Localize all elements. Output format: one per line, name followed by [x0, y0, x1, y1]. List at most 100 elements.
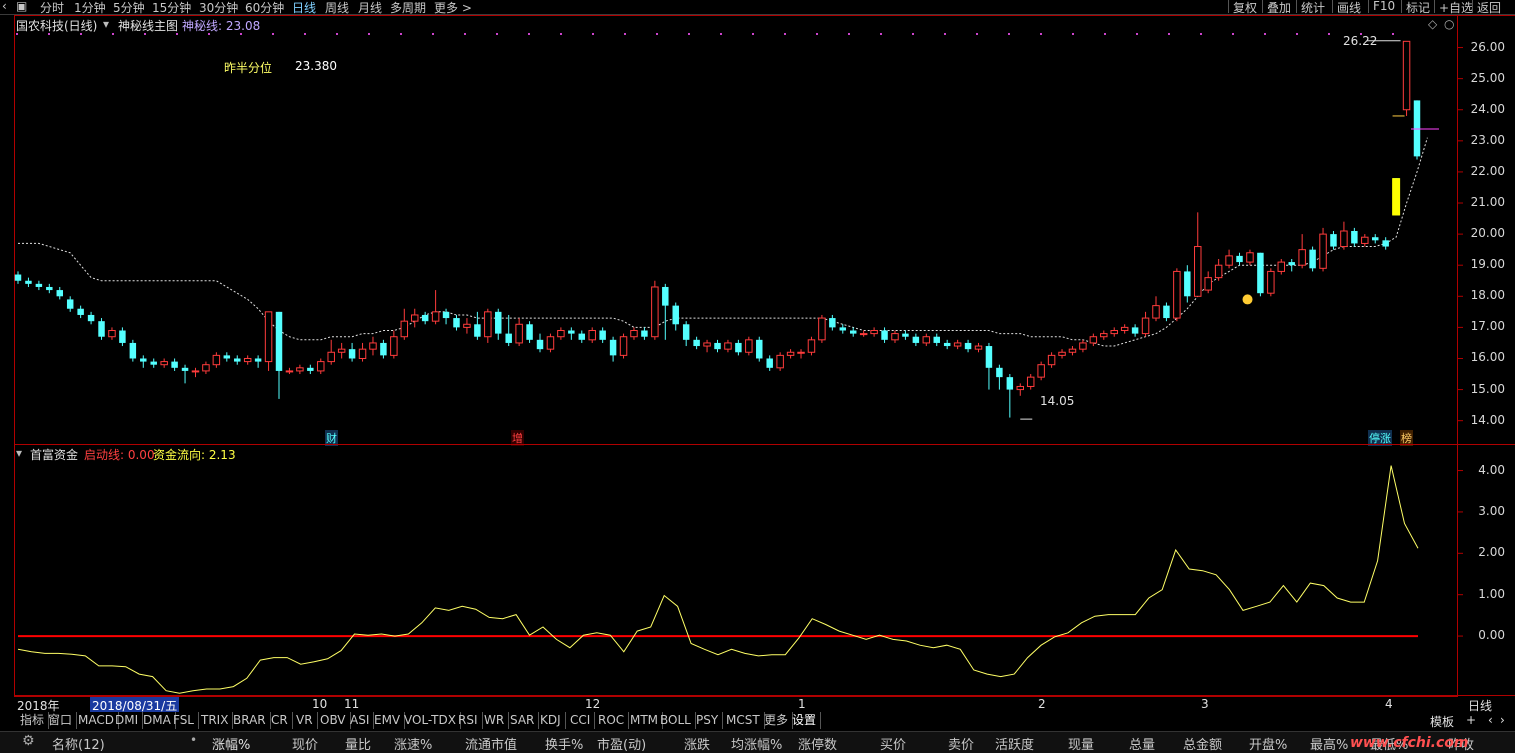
tab-scroll-left-icon[interactable]: ‹ [1488, 713, 1493, 727]
indicator-tab-17[interactable]: KDJ [536, 712, 566, 729]
quote-column-header-14[interactable]: 现量 [1068, 734, 1094, 753]
candle [1382, 237, 1389, 250]
quote-column-header-4[interactable]: 涨速% [394, 734, 432, 753]
indicator-tab-19[interactable]: ROC [594, 712, 630, 729]
candle [495, 308, 502, 340]
quote-column-header-8[interactable]: 涨跌 [684, 734, 710, 753]
settings-gear-icon[interactable]: ⚙ [22, 733, 35, 749]
quote-column-header-6[interactable]: 换手% [545, 734, 583, 753]
top-dot [1072, 33, 1074, 35]
indicator-tab-7[interactable]: BRAR [229, 712, 271, 729]
candle [703, 339, 711, 353]
indicator-tab-16[interactable]: SAR [506, 712, 540, 729]
candle [599, 327, 606, 343]
candle [1120, 324, 1129, 334]
indicator-tab-18[interactable]: CCI [566, 712, 596, 729]
candle [724, 339, 732, 353]
quote-column-header-2[interactable]: 现价 [292, 734, 318, 753]
price-tick-label: 14.00 [1470, 412, 1505, 427]
candle [285, 367, 294, 375]
candle [1089, 333, 1098, 347]
candle [881, 327, 888, 343]
candle [839, 324, 847, 334]
high-price-label: 26.22 [1343, 34, 1378, 48]
top-dot [720, 33, 722, 35]
indicator-tab-8[interactable]: CR [267, 712, 293, 729]
fund-tick-label: 1.00 [1478, 586, 1505, 601]
top-dot [624, 33, 626, 35]
indicator-tab-23[interactable]: MCST [722, 712, 765, 729]
quote-column-header-0[interactable]: 名称(12) [52, 734, 105, 753]
candle [1309, 246, 1316, 272]
top-dot [784, 33, 786, 35]
indicator-tab-1[interactable]: 窗口 [44, 712, 78, 729]
candle [337, 342, 346, 359]
quote-column-header-5[interactable]: 流通市值 [465, 734, 517, 753]
top-dot [1232, 33, 1234, 35]
candle [672, 302, 679, 331]
quote-column-header-16[interactable]: 总金额 [1183, 734, 1222, 753]
template-button[interactable]: 模板 [1430, 713, 1454, 730]
candle [641, 327, 648, 340]
quote-column-header-17[interactable]: 开盘% [1249, 734, 1287, 753]
candle [870, 327, 878, 337]
candle [1141, 311, 1150, 337]
indicator-tab-13[interactable]: VOL-TDX [400, 712, 461, 729]
quote-column-header-18[interactable]: 最高% [1310, 734, 1348, 753]
indicator-tab-15[interactable]: WR [480, 712, 510, 729]
candle [66, 296, 74, 312]
candle [1257, 252, 1264, 297]
candle [1351, 227, 1358, 247]
candle [307, 364, 314, 375]
indicator-tab-25[interactable]: 设置 [788, 712, 822, 729]
price-tick-label: 19.00 [1470, 257, 1505, 272]
candle [682, 321, 690, 347]
candle [1006, 374, 1014, 418]
price-tick-label: 16.00 [1470, 350, 1505, 365]
quote-column-header-3[interactable]: 量比 [345, 734, 371, 753]
quote-column-header-12[interactable]: 卖价 [948, 734, 974, 753]
candle [380, 339, 387, 359]
month-2: 2 [1038, 697, 1046, 711]
candle [234, 355, 241, 365]
indicator-tab-22[interactable]: PSY [692, 712, 724, 729]
candle [77, 305, 84, 319]
candle [526, 321, 533, 343]
candle [1340, 221, 1348, 250]
candle [98, 318, 105, 340]
add-tab-icon[interactable]: + [1466, 713, 1476, 727]
candle [1225, 249, 1233, 269]
candle [786, 349, 795, 359]
candle [505, 314, 512, 347]
indicator-tab-21[interactable]: BOLL [656, 712, 696, 729]
candle [1068, 346, 1077, 356]
candle [181, 364, 189, 384]
top-dot [304, 33, 306, 35]
quote-column-header-7[interactable]: 市盈(动) [597, 734, 646, 753]
bullet-icon: • [190, 733, 198, 747]
quote-column-header-10[interactable]: 涨停数 [798, 734, 837, 753]
quote-column-header-13[interactable]: 活跃度 [995, 734, 1034, 753]
candle [859, 330, 868, 337]
indicator-tab-9[interactable]: VR [292, 712, 318, 729]
candle [1016, 383, 1025, 396]
money-bag-icon[interactable] [1242, 294, 1253, 305]
candle [912, 333, 920, 347]
indicator-tab-6[interactable]: TRIX [197, 712, 234, 729]
candle [1194, 212, 1202, 297]
top-dot [688, 33, 690, 35]
tab-scroll-right-icon[interactable]: › [1500, 713, 1505, 727]
candle [1026, 374, 1035, 390]
quote-column-header-11[interactable]: 买价 [880, 734, 906, 753]
top-dot [1296, 33, 1298, 35]
quote-column-header-9[interactable]: 均涨幅% [731, 734, 782, 753]
candle [996, 364, 1003, 390]
indicator-tab-5[interactable]: FSL [169, 712, 199, 729]
candle [410, 308, 419, 328]
quote-column-header-1[interactable]: 涨幅% [212, 734, 250, 753]
top-dot [1168, 33, 1170, 35]
top-dot [944, 33, 946, 35]
candle [129, 339, 137, 362]
indicator-tab-14[interactable]: RSI [454, 712, 483, 729]
quote-column-header-15[interactable]: 总量 [1129, 734, 1155, 753]
